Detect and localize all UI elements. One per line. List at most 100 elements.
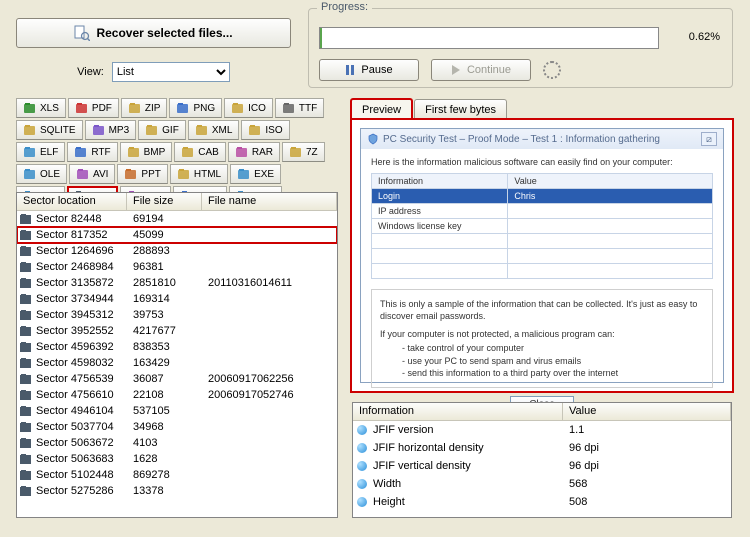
bullet-icon xyxy=(357,497,367,507)
preview-titlebar: PC Security Test – Proof Mode – Test 1 :… xyxy=(361,129,723,149)
table-row[interactable]: Sector 3734944169314 xyxy=(17,291,337,307)
file-icon xyxy=(19,293,33,305)
file-info-list: Information Value JFIF version1.1JFIF ho… xyxy=(352,402,732,518)
col-file-name[interactable]: File name xyxy=(202,193,337,210)
table-row[interactable]: Sector 47565393608720060917062256 xyxy=(17,371,337,387)
table-row[interactable]: Sector 4946104537105 xyxy=(17,403,337,419)
progress-legend: Progress: xyxy=(317,1,372,13)
filetype-ico[interactable]: ICO xyxy=(224,98,273,118)
progress-percent: 0.62% xyxy=(689,31,720,43)
bullet-icon xyxy=(357,479,367,489)
filetype-ole[interactable]: OLE xyxy=(16,164,67,184)
table-row[interactable]: Sector 503770434968 xyxy=(17,419,337,435)
filetype-xls[interactable]: XLS xyxy=(16,98,66,118)
preview-window-close-icon[interactable]: ⧄ xyxy=(701,132,717,146)
info-row[interactable]: JFIF vertical density96 dpi xyxy=(353,457,731,475)
table-row[interactable]: Sector 81735245099 xyxy=(17,227,337,243)
col-file-size[interactable]: File size xyxy=(127,193,202,210)
filetype-ttf[interactable]: TTF xyxy=(275,98,324,118)
pause-icon xyxy=(345,65,355,75)
filetype-ppt[interactable]: PPT xyxy=(117,164,167,184)
filetype-icon xyxy=(124,168,138,180)
filetype-xml[interactable]: XML xyxy=(188,120,240,140)
file-icon xyxy=(19,277,33,289)
table-row[interactable]: Sector 394531239753 xyxy=(17,307,337,323)
table-row[interactable]: Sector 5102448869278 xyxy=(17,467,337,483)
bullet-icon xyxy=(357,461,367,471)
file-icon xyxy=(19,245,33,257)
table-row[interactable]: Sector 39525524217677 xyxy=(17,323,337,339)
info-row[interactable]: JFIF version1.1 xyxy=(353,421,731,439)
filetype-cab[interactable]: CAB xyxy=(174,142,226,162)
file-icon xyxy=(19,485,33,497)
view-select[interactable]: List xyxy=(112,62,230,82)
info-col-information[interactable]: Information xyxy=(353,403,563,420)
filetype-zip[interactable]: ZIP xyxy=(121,98,168,118)
filetype-rtf[interactable]: RTF xyxy=(67,142,117,162)
filetype-icon xyxy=(23,146,37,158)
filetype-icon xyxy=(235,146,249,158)
col-sector-location[interactable]: Sector location xyxy=(17,193,127,210)
recover-selected-files-button[interactable]: Recover selected files... xyxy=(16,18,291,48)
table-row[interactable]: Sector 246898496381 xyxy=(17,259,337,275)
view-row: View: List xyxy=(16,62,291,82)
preview-tabs: Preview First few bytes xyxy=(350,98,508,119)
file-icon xyxy=(19,341,33,353)
info-row[interactable]: Height508 xyxy=(353,493,731,511)
info-row[interactable]: JFIF horizontal density96 dpi xyxy=(353,439,731,457)
filetype-mp3[interactable]: MP3 xyxy=(85,120,137,140)
info-col-value[interactable]: Value xyxy=(563,403,731,420)
file-icon xyxy=(19,357,33,369)
table-row[interactable]: Sector 3135872285181020110316014611 xyxy=(17,275,337,291)
filetype-icon xyxy=(176,102,190,114)
file-icon xyxy=(19,309,33,321)
filetype-pdf[interactable]: PDF xyxy=(68,98,119,118)
info-row[interactable]: Width568 xyxy=(353,475,731,493)
tab-preview[interactable]: Preview xyxy=(350,98,413,119)
filetype-sqlite[interactable]: SQLITE xyxy=(16,120,83,140)
continue-button[interactable]: Continue xyxy=(431,59,531,81)
filetype-rar[interactable]: RAR xyxy=(228,142,280,162)
pause-button[interactable]: Pause xyxy=(319,59,419,81)
preview-info-table: Information Value LoginChrisIP addressWi… xyxy=(371,173,713,279)
filetype-html[interactable]: HTML xyxy=(170,164,228,184)
table-row[interactable]: Sector 50636831628 xyxy=(17,451,337,467)
table-row[interactable]: Sector 4598032163429 xyxy=(17,355,337,371)
table-row[interactable]: Sector 47566102210820060917052746 xyxy=(17,387,337,403)
progress-bar xyxy=(319,27,659,49)
file-icon xyxy=(19,389,33,401)
filetype-avi[interactable]: AVI xyxy=(69,164,115,184)
filetype-7z[interactable]: 7Z xyxy=(282,142,325,162)
table-row[interactable]: Sector 4596392838353 xyxy=(17,339,337,355)
bullet-icon xyxy=(357,443,367,453)
filetype-png[interactable]: PNG xyxy=(169,98,222,118)
filetype-icon xyxy=(237,168,251,180)
info-body[interactable]: JFIF version1.1JFIF horizontal density96… xyxy=(353,421,731,517)
preview-window: PC Security Test – Proof Mode – Test 1 :… xyxy=(360,128,724,383)
tab-first-few-bytes[interactable]: First few bytes xyxy=(414,99,507,119)
filetype-bmp[interactable]: BMP xyxy=(120,142,173,162)
filetype-iso[interactable]: ISO xyxy=(241,120,289,140)
table-body[interactable]: Sector 8244869194Sector 81735245099Secto… xyxy=(17,211,337,517)
file-icon xyxy=(19,453,33,465)
filetype-icon xyxy=(128,102,142,114)
table-row[interactable]: Sector 1264696288893 xyxy=(17,243,337,259)
filetype-gif[interactable]: GIF xyxy=(138,120,186,140)
table-row[interactable]: Sector 8244869194 xyxy=(17,211,337,227)
file-icon xyxy=(19,373,33,385)
file-icon xyxy=(19,213,33,225)
file-icon xyxy=(19,261,33,273)
table-row[interactable]: Sector 527528613378 xyxy=(17,483,337,499)
preview-intro: Here is the information malicious softwa… xyxy=(371,157,713,167)
filetype-icon xyxy=(177,168,191,180)
progress-group: Progress: 0.62% Pause Continue xyxy=(308,8,733,88)
play-icon xyxy=(451,65,461,75)
table-row[interactable]: Sector 50636724103 xyxy=(17,435,337,451)
filetype-exe[interactable]: EXE xyxy=(230,164,281,184)
file-icon xyxy=(19,229,33,241)
filetype-elf[interactable]: ELF xyxy=(16,142,65,162)
sector-table: Sector location File size File name Sect… xyxy=(16,192,338,518)
filetype-icon xyxy=(289,146,303,158)
preview-row: LoginChris xyxy=(372,189,713,204)
filetype-icon xyxy=(75,102,89,114)
